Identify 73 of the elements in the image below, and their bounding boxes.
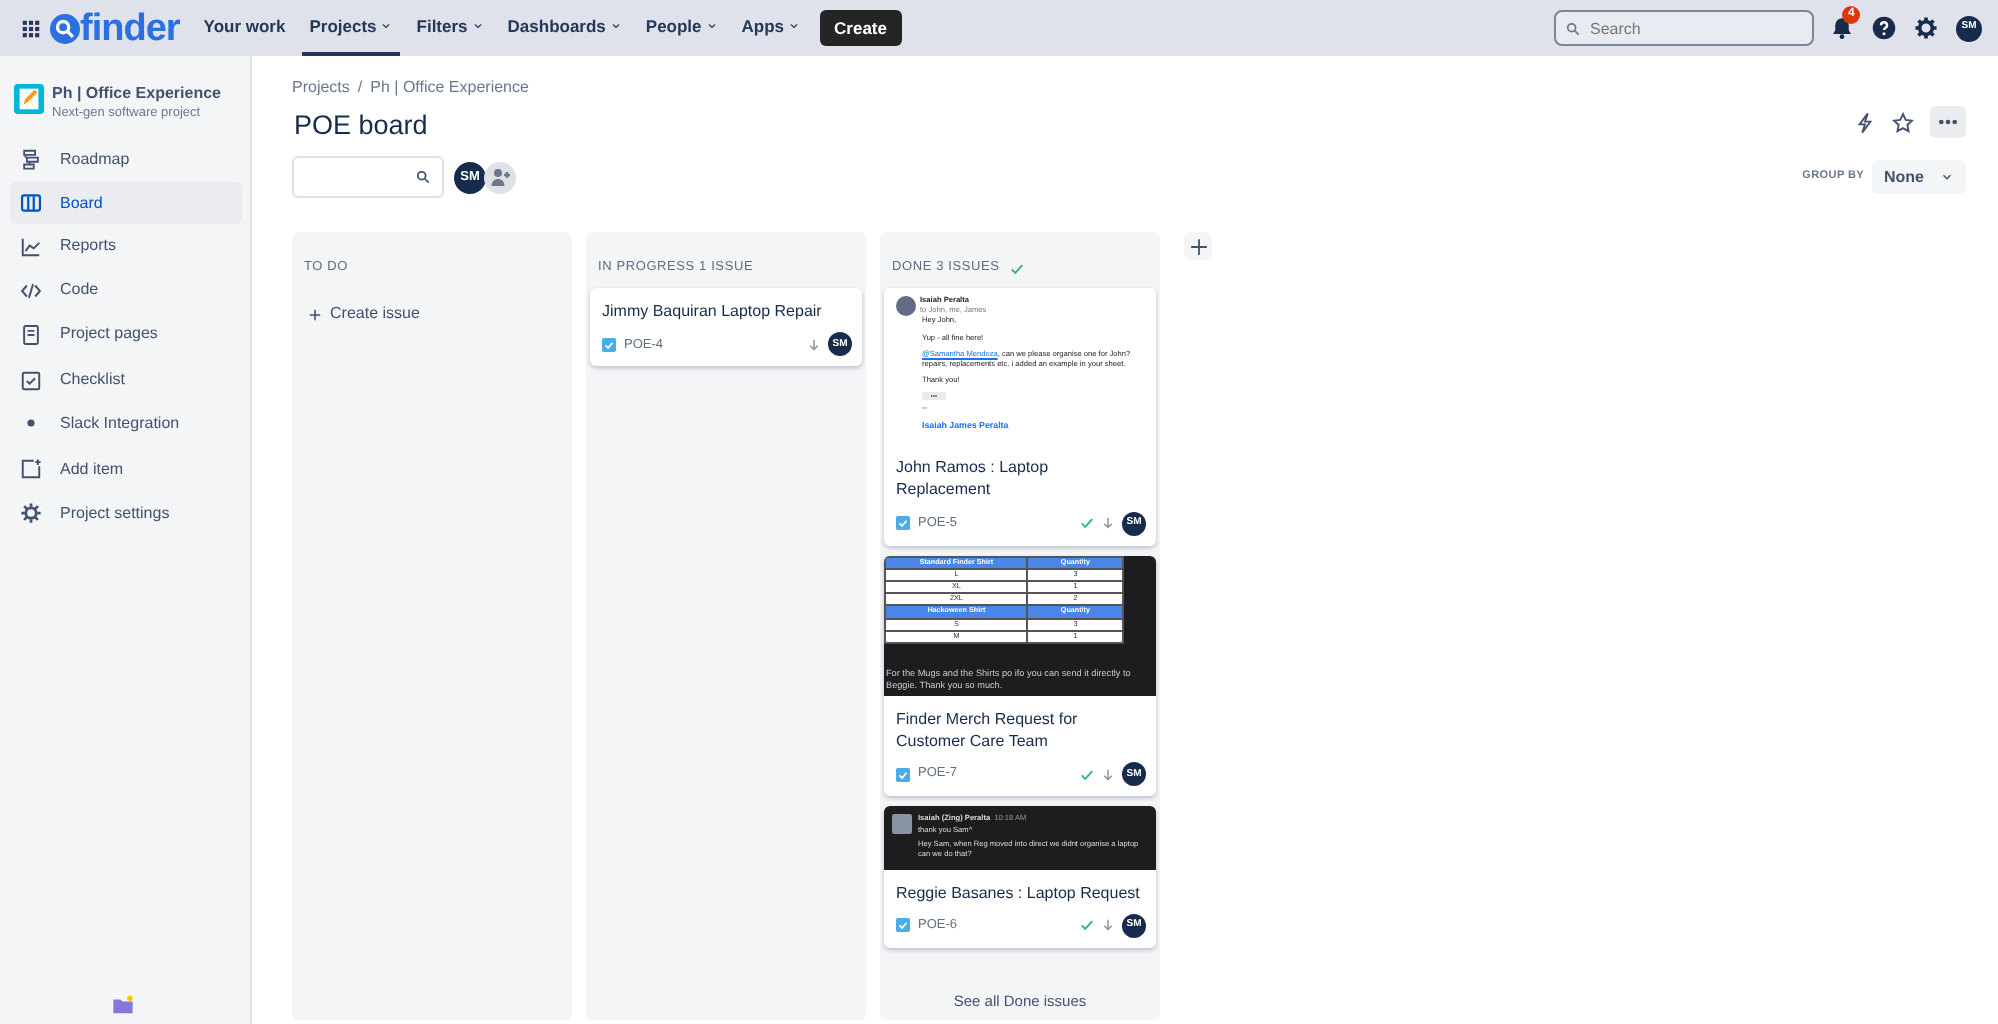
avatar-placeholder	[892, 814, 912, 835]
search-icon	[416, 170, 430, 185]
chevron-down-icon	[788, 20, 801, 32]
more-dots-icon	[1938, 118, 1958, 126]
search-field[interactable]: Search	[1554, 10, 1814, 46]
sidebar-item[interactable]: Board	[10, 182, 242, 225]
nav-menu-item[interactable]: Apps	[733, 0, 809, 56]
chevron-down-icon	[609, 20, 622, 32]
avatar-placeholder	[896, 296, 916, 317]
issue-title: Reggie Basanes : Laptop Request	[894, 881, 1142, 906]
sidebar-item[interactable]: Roadmap	[10, 138, 242, 181]
board-columns-icon	[20, 192, 42, 215]
notepad-icon	[14, 84, 44, 114]
folder-icon[interactable]	[112, 994, 134, 1016]
nav-menu-item[interactable]: People	[637, 0, 726, 56]
code-icon	[20, 279, 42, 302]
notification-bell-icon[interactable]	[1830, 16, 1854, 40]
issue-title: John Ramos : Laptop Replacement	[894, 456, 1051, 503]
low-priority-arrow-icon	[1102, 767, 1114, 782]
sidebar-item[interactable]: Slack Integration	[10, 402, 242, 445]
help-icon[interactable]	[1872, 16, 1896, 40]
task-checkbox-icon	[896, 516, 910, 531]
add-item-icon	[20, 458, 42, 481]
done-check-icon	[1009, 261, 1024, 276]
task-checkbox-icon	[896, 918, 910, 933]
nav-menu-item[interactable]: Dashboards	[499, 0, 630, 56]
roadmap-icon	[20, 148, 42, 171]
group-by-dropdown[interactable]: None	[1872, 160, 1966, 194]
logo-text: finder	[80, 9, 180, 47]
create-button[interactable]: Create	[820, 9, 901, 47]
issue-title: Jimmy Baquiran Laptop Repair	[600, 300, 824, 325]
apps-grid-icon[interactable]	[20, 17, 42, 39]
chevron-down-icon	[705, 20, 718, 32]
issue-title: Finder Merch Request for Customer Care Team	[894, 707, 1080, 755]
task-checkbox-icon	[602, 337, 616, 352]
breadcrumb-separator: /	[357, 76, 363, 100]
sidebar-item[interactable]: Reports	[10, 225, 242, 268]
sidebar-item[interactable]: Code	[10, 269, 242, 312]
sidebar-item[interactable]: Add item	[10, 448, 242, 491]
breadcrumb-link[interactable]: Ph | Office Experience	[370, 76, 529, 100]
plus-icon	[1189, 237, 1207, 256]
settings-icon	[20, 502, 42, 525]
page-icon	[20, 323, 42, 346]
add-person-icon[interactable]	[484, 161, 516, 194]
filter-search-field[interactable]	[292, 156, 444, 199]
breadcrumb-link[interactable]: Projects	[292, 76, 350, 100]
board-title: POE board	[294, 110, 428, 143]
line-chart-icon	[20, 235, 42, 258]
star-icon[interactable]	[1892, 111, 1914, 133]
nav-menu-item[interactable]: Your work	[195, 0, 294, 56]
plus-icon	[308, 307, 322, 322]
more-button[interactable]	[1930, 106, 1966, 138]
nav-menu-item[interactable]: Projects	[301, 0, 401, 56]
sidebar-item[interactable]: Checklist	[10, 359, 242, 402]
low-priority-arrow-icon	[1102, 516, 1114, 531]
add-column-button[interactable]	[1184, 232, 1212, 261]
chevron-down-icon	[471, 20, 484, 32]
chevron-down-icon	[1940, 170, 1954, 184]
low-priority-arrow-icon	[1102, 918, 1114, 933]
checkbox-icon	[20, 369, 42, 392]
create-issue-button[interactable]: Create issue	[296, 294, 432, 335]
sidebar-item[interactable]: Project pages	[10, 313, 242, 356]
issue-card[interactable]	[884, 555, 1156, 797]
project-name: Ph | Office Experience	[52, 84, 221, 104]
magnifier-logo-icon	[50, 13, 80, 43]
nav-menu-item[interactable]: Filters	[408, 0, 492, 56]
search-icon	[1566, 22, 1580, 36]
chevron-down-icon	[380, 20, 393, 32]
task-checkbox-icon	[896, 767, 910, 782]
lightning-icon[interactable]	[1854, 111, 1876, 133]
low-priority-arrow-icon	[808, 337, 820, 352]
sidebar-item[interactable]: Project settings	[10, 492, 242, 535]
settings-icon[interactable]	[1914, 16, 1938, 40]
